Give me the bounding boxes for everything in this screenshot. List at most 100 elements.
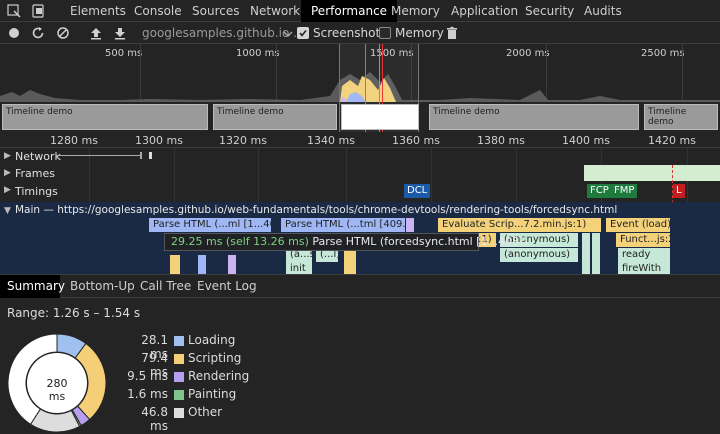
screenshot-thumbnail[interactable]: Timeline demo — [2, 104, 208, 130]
ruler-tick: 1320 ms — [219, 134, 267, 147]
legend-swatch — [174, 336, 184, 346]
overview-tick: 2000 ms — [506, 48, 550, 59]
frame-bar[interactable] — [584, 165, 720, 181]
legend-label: Scripting — [188, 351, 242, 365]
network-request-bar[interactable] — [56, 155, 140, 156]
tab-memory[interactable]: Memory — [381, 0, 450, 22]
flame-firewith[interactable]: fireWith — [618, 262, 670, 274]
ruler-tick: 1340 ms — [307, 134, 355, 147]
overview-tick: 2500 ms — [641, 48, 685, 59]
legend-row-scripting: 79.4 ms Scripting — [120, 351, 242, 379]
frames-track-label: Frames — [15, 167, 56, 180]
network-track-label: Network — [15, 150, 61, 163]
ruler-tick: 1360 ms — [392, 134, 440, 147]
summary-legend: 28.1 ms Loading 79.4 ms Scripting 9.5 ms Rend… — [120, 333, 249, 433]
flame-small-call[interactable] — [582, 233, 590, 274]
clear-icon[interactable] — [55, 25, 71, 41]
legend-value: 1.6 ms — [127, 387, 168, 401]
devtools-tab-bar: Elements Console Sources Network Perform… — [0, 0, 720, 22]
chevron-down-icon[interactable] — [280, 26, 296, 42]
screenshot-thumbnail[interactable]: Timeline demo — [213, 104, 337, 130]
device-toolbar-icon[interactable] — [30, 3, 46, 19]
details-tab-bar: Summary Bottom-Up Call Tree Event Log — [0, 274, 720, 298]
ruler-tick: 1420 ms — [648, 134, 696, 147]
download-icon[interactable] — [112, 25, 128, 41]
flame-parse-html[interactable]: Parse HTML (...tml [409... — [281, 218, 405, 232]
tab-event-log[interactable]: Event Log — [197, 279, 257, 293]
load-marker[interactable]: L — [673, 184, 685, 198]
ruler-tick: 1280 ms — [50, 134, 98, 147]
upload-icon[interactable] — [88, 25, 104, 41]
legend-label: Other — [188, 405, 223, 419]
flame-layout[interactable] — [406, 218, 414, 232]
flame-small-layout[interactable] — [228, 255, 236, 274]
expand-arrow-icon[interactable]: ▶ — [4, 185, 11, 195]
timeline-overview[interactable]: 500 ms 1000 ms 1500 ms 2000 ms 2500 ms T… — [0, 44, 720, 132]
tooltip-duration: 29.25 ms (self 13.26 ms) — [171, 235, 309, 248]
tab-audits[interactable]: Audits — [574, 0, 632, 22]
flame-function-call[interactable]: Funct...js:2) — [616, 233, 670, 247]
tab-network[interactable]: Network — [240, 0, 310, 22]
summary-range: Range: 1.26 s – 1.54 s — [7, 306, 141, 320]
ruler-tick: 1380 ms — [477, 134, 525, 147]
flame-evaluate-script[interactable]: Evaluate Scrip...7.2.min.js:1) — [438, 218, 601, 232]
trash-icon[interactable] — [444, 25, 460, 41]
checkmark-icon — [299, 30, 307, 37]
memory-checkbox[interactable] — [379, 27, 391, 39]
timings-track[interactable]: ▶ Timings DCL FCP FMP L — [0, 182, 720, 202]
screenshots-label: Screenshots — [313, 26, 387, 40]
screenshot-thumbnail[interactable]: Timeline demo — [429, 104, 639, 130]
memory-label: Memory — [395, 26, 444, 40]
legend-label: Loading — [188, 333, 236, 347]
legend-swatch — [174, 408, 184, 418]
screenshot-thumbnail-blank[interactable] — [341, 104, 419, 130]
reload-record-icon[interactable] — [30, 25, 46, 41]
flame-ready[interactable]: ready — [618, 248, 670, 262]
network-track[interactable]: ▶ Network — [0, 148, 720, 166]
ruler-tick: 1400 ms — [562, 134, 610, 147]
flame-chart-ruler: 1280 ms 1300 ms 1320 ms 1340 ms 1360 ms … — [0, 132, 720, 148]
legend-value: 46.8 ms — [141, 405, 168, 433]
inspect-element-icon[interactable] — [6, 3, 22, 19]
screenshot-thumbnail[interactable]: Timeline demo — [644, 104, 718, 130]
tooltip-label: Parse HTML (forcedsync.html [1...408]) — [312, 235, 528, 248]
legend-value: 9.5 ms — [127, 369, 168, 383]
screenshots-checkbox[interactable] — [297, 27, 309, 39]
flame-small-script[interactable] — [344, 248, 356, 274]
flame-init[interactable]: init — [286, 262, 312, 274]
legend-swatch — [174, 354, 184, 364]
flame-small-script[interactable] — [170, 255, 180, 274]
flame-parse-html[interactable]: Parse HTML (...ml [1...408]) — [149, 218, 271, 232]
timings-track-label: Timings — [15, 185, 58, 198]
network-request-bar[interactable] — [149, 152, 152, 159]
record-icon[interactable] — [6, 25, 22, 41]
legend-row-rendering: 9.5 ms Rendering — [120, 369, 249, 385]
expand-arrow-icon[interactable]: ▶ — [4, 168, 11, 178]
tab-summary[interactable]: Summary — [7, 279, 65, 293]
frames-track[interactable]: ▶ Frames — [0, 165, 720, 183]
collapse-arrow-icon[interactable]: ▼ — [4, 206, 11, 216]
legend-swatch — [174, 390, 184, 400]
tab-call-tree[interactable]: Call Tree — [140, 279, 191, 293]
fmp-marker[interactable]: FMP — [611, 184, 638, 198]
legend-label: Rendering — [188, 369, 250, 383]
fcp-marker[interactable]: FCP — [587, 184, 612, 198]
dcl-marker[interactable]: DCL — [404, 184, 431, 198]
legend-label: Painting — [188, 387, 237, 401]
performance-toolbar: googlesamples.github.io ... Screenshots … — [0, 22, 720, 44]
flame-small-call[interactable] — [592, 233, 600, 274]
legend-row-loading: 28.1 ms Loading — [120, 333, 240, 361]
ruler-tick: 1300 ms — [135, 134, 183, 147]
main-track-label: Main — https://googlesamples.github.io/w… — [15, 204, 618, 216]
flame-small-parse[interactable] — [198, 255, 206, 274]
tab-bottom-up[interactable]: Bottom-Up — [70, 279, 135, 293]
flame-event-load[interactable]: Event (load) — [606, 218, 670, 232]
network-request-end — [140, 152, 142, 159]
legend-swatch — [174, 372, 184, 382]
expand-arrow-icon[interactable]: ▶ — [4, 151, 11, 161]
donut-total: 280 ms — [46, 377, 68, 403]
flame-anonymous[interactable]: (anonymous) — [500, 248, 578, 262]
legend-row-other: 46.8 ms Other — [120, 405, 240, 433]
flame-tooltip: 29.25 ms (self 13.26 ms) Parse HTML (for… — [164, 233, 528, 251]
legend-row-painting: 1.6 ms Painting — [120, 387, 240, 403]
